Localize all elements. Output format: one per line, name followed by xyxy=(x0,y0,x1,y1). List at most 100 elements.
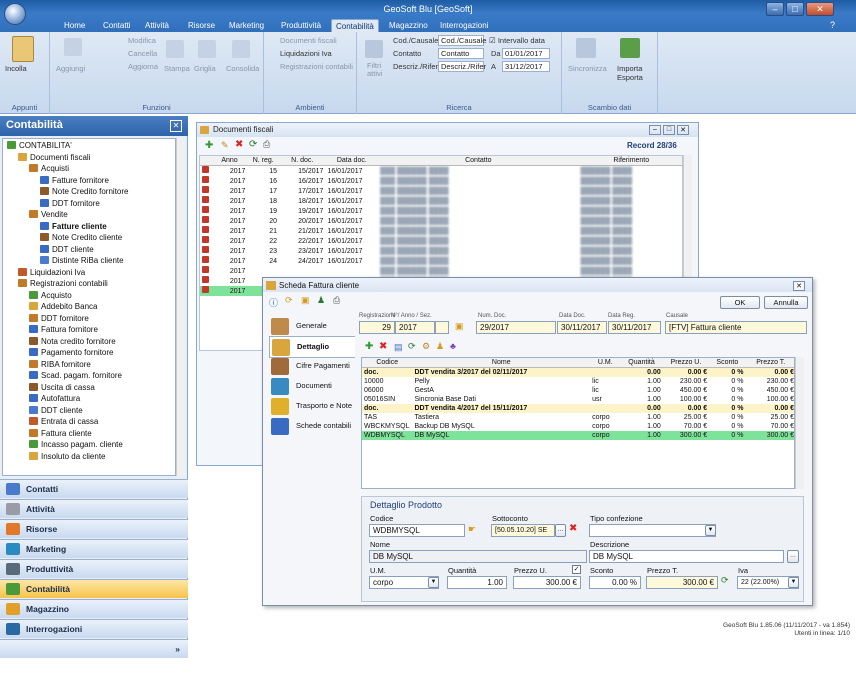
col-data[interactable]: Data doc. xyxy=(325,156,379,166)
refresh-icon[interactable]: ⟳ xyxy=(249,139,257,150)
tab-magazzino[interactable]: Magazzino xyxy=(385,19,432,32)
nome-input[interactable]: DB MySQL xyxy=(369,550,587,563)
tree-item[interactable]: Entrata di cassa xyxy=(29,417,98,427)
lock-icon[interactable]: ▣ xyxy=(301,295,310,306)
col-contatto[interactable]: Contatto xyxy=(378,156,579,166)
aggiorna-button[interactable]: Aggiorna xyxy=(128,62,158,71)
tree-item[interactable]: Addebito Banca xyxy=(29,302,98,312)
line-row[interactable]: doc. DDT vendita 4/2017 del 15/11/2017 0.0… xyxy=(362,404,794,413)
delete-icon[interactable]: ✖ xyxy=(235,139,243,150)
table-row[interactable]: 2017 20 20/2017 16/01/2017 ███ ██████ ████ ██… xyxy=(200,216,682,226)
sottoconto-input[interactable]: [50.05.10.20] SE xyxy=(491,524,555,537)
close-icon[interactable]: ✕ xyxy=(793,281,805,291)
tree-item[interactable]: Acquisto xyxy=(29,290,72,301)
line-row[interactable]: 10000 Pelly lic 1.00 230.00 € 0 % 230.00 € xyxy=(362,377,794,386)
tree-item[interactable]: Incasso pagam. cliente xyxy=(29,440,123,450)
descrizione-input[interactable]: DB MySQL xyxy=(589,550,784,563)
ok-button[interactable]: OK xyxy=(720,296,760,309)
tab-home[interactable]: Home xyxy=(60,19,89,32)
esporta-button[interactable]: Esporta xyxy=(617,73,643,82)
tree-item[interactable]: Insoluto da cliente xyxy=(29,451,106,462)
incolla-button[interactable]: Incolla xyxy=(5,64,27,73)
lines-scrollbar[interactable] xyxy=(795,357,804,489)
nav-interrogazioni[interactable]: Interrogazioni xyxy=(0,619,188,638)
tree-item[interactable]: Fattura cliente xyxy=(29,428,92,439)
line-row[interactable]: WDBMYSQL DB MySQL corpo 1.00 300.00 €0 % 300.… xyxy=(362,431,794,440)
griglia-button[interactable]: Griglia xyxy=(194,64,216,73)
col-codice[interactable]: Codice xyxy=(362,358,413,368)
tree-item[interactable]: Scad. pagam. fornitore xyxy=(29,371,122,381)
tree-item[interactable]: CONTABILITA' xyxy=(7,141,72,151)
tab-contabilita[interactable]: Contabilità xyxy=(331,19,379,33)
tipo-confezione-select[interactable] xyxy=(589,524,716,537)
tree-item[interactable]: Documenti fiscali xyxy=(18,152,90,163)
tree-item[interactable]: Nota credito fornitore xyxy=(29,336,116,347)
user-icon[interactable]: ♟ xyxy=(436,341,444,352)
col-riferimento[interactable]: Riferimento xyxy=(578,156,682,166)
table-row[interactable]: 2017 19 19/2017 16/01/2017 ███ ██████ ████ ██… xyxy=(200,206,682,216)
sidebar-item-trasporto-e-note[interactable]: Trasporto e Note xyxy=(269,396,355,418)
col-nreg[interactable]: N. reg. xyxy=(247,156,280,166)
nav-more-chevron-icon[interactable]: » xyxy=(0,639,188,658)
tree-item[interactable]: Acquisti xyxy=(29,164,69,174)
nav-marketing[interactable]: Marketing xyxy=(0,539,188,558)
liquidazioni-iva-button[interactable]: Liquidazioni Iva xyxy=(280,49,332,58)
tree-scrollbar[interactable] xyxy=(176,138,185,476)
aggiungi-button[interactable]: Aggiungi xyxy=(56,64,85,73)
data-doc-input[interactable]: 30/11/2017 xyxy=(557,321,607,334)
prezzo-u-input[interactable]: 300.00 € xyxy=(513,576,581,589)
print-icon[interactable]: ⎙ xyxy=(263,139,270,150)
minimize-icon[interactable]: – xyxy=(766,2,784,16)
panel-close-icon[interactable]: ✕ xyxy=(170,120,182,132)
table-row[interactable]: 2017 22 22/2017 16/01/2017 ███ ██████ ████ ██… xyxy=(200,236,682,246)
nav-attivit[interactable]: Attività xyxy=(0,499,188,518)
line-row[interactable]: 06000 GestA lic 1.00 450.00 € 0 % 450.00 € xyxy=(362,386,794,395)
cod-causale-input[interactable]: Cod./Causale xyxy=(438,35,486,46)
close-icon[interactable]: ✕ xyxy=(677,125,689,135)
tab-risorse[interactable]: Risorse xyxy=(184,19,219,32)
tree-item[interactable]: DDT cliente xyxy=(40,244,94,255)
tree-item[interactable]: Fattura fornitore xyxy=(29,325,98,335)
tree-item[interactable]: Fatture cliente xyxy=(40,221,107,232)
tree-item[interactable]: Fatture fornitore xyxy=(40,175,109,186)
tree-item[interactable]: Uscita di cassa xyxy=(29,382,95,393)
prezzo-t-input[interactable]: 300.00 € xyxy=(646,576,718,589)
sezione-input[interactable] xyxy=(435,321,449,334)
line-row[interactable]: doc. DDT vendita 3/2017 del 02/11/2017 0.0… xyxy=(362,367,794,377)
table-row[interactable]: 2017 18 18/2017 16/01/2017 ███ ██████ ████ ██… xyxy=(200,196,682,206)
descriz-input[interactable]: Descriz./Rifer xyxy=(438,61,486,72)
maximize-icon[interactable]: □ xyxy=(786,2,804,16)
sidebar-item-documenti[interactable]: Documenti xyxy=(269,376,355,398)
add-icon[interactable]: ✚ xyxy=(205,140,213,151)
tree-item[interactable]: Liquidazioni Iva xyxy=(18,267,85,278)
nav-contabilit[interactable]: Contabilità xyxy=(0,579,188,598)
modifica-button[interactable]: Modifica xyxy=(128,36,156,45)
sidebar-item-cifre-pagamenti[interactable]: Cifre Pagamenti xyxy=(269,356,355,378)
col-nome[interactable]: Nome xyxy=(412,358,591,368)
document-icon[interactable]: ▤ xyxy=(394,342,403,353)
add-row-icon[interactable]: ✚ xyxy=(365,341,373,352)
minimize-icon[interactable]: – xyxy=(649,125,661,135)
intervallo-data-checkbox[interactable]: ☑ Intervallo data xyxy=(489,36,545,45)
refresh-icon[interactable]: ⟳ xyxy=(408,341,416,352)
tab-contatti[interactable]: Contatti xyxy=(99,19,135,32)
chevron-down-icon[interactable]: ▼ xyxy=(788,577,799,588)
a-date-input[interactable]: 31/12/2017 xyxy=(502,61,550,72)
tree-item[interactable]: Vendite xyxy=(29,210,68,220)
quantita-input[interactable]: 1.00 xyxy=(447,576,507,589)
annulla-button[interactable]: Annulla xyxy=(764,296,808,309)
filtri-attivi-button[interactable]: Filtri attivi xyxy=(367,62,387,78)
table-row[interactable]: 2017 23 23/2017 16/01/2017 ███ ██████ ████ ██… xyxy=(200,246,682,256)
col-ndoc[interactable]: N. doc. xyxy=(279,156,326,166)
clear-icon[interactable]: ✖ xyxy=(569,523,577,534)
tree-item[interactable]: Note Credito fornitore xyxy=(40,187,128,197)
sidebar-item-schede-contabili[interactable]: Schede contabili xyxy=(269,416,355,438)
table-row[interactable]: 2017 15 15/2017 16/01/2017 ███ ██████ ████ ██… xyxy=(200,166,682,177)
tab-interrogazioni[interactable]: Interrogazioni xyxy=(436,19,492,32)
table-row[interactable]: 2017 17 17/2017 16/01/2017 ███ ██████ ████ ██… xyxy=(200,186,682,196)
tree-item[interactable]: Distinte RiBa cliente xyxy=(40,256,124,266)
codice-input[interactable]: WDBMYSQL xyxy=(369,524,465,537)
consolida-button[interactable]: Consolida xyxy=(226,64,259,73)
nav-produttivit[interactable]: Produttività xyxy=(0,559,188,578)
close-icon[interactable]: ✕ xyxy=(806,2,834,16)
